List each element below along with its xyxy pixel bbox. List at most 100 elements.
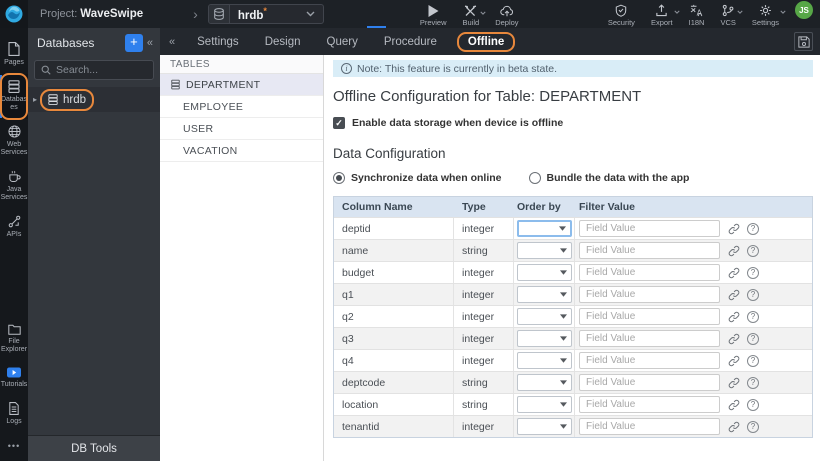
- table-item-vacation[interactable]: VACATION: [160, 140, 323, 162]
- help-icon[interactable]: ?: [747, 376, 759, 389]
- order-by-select[interactable]: [517, 396, 572, 413]
- sidebar-item-web-services[interactable]: Web Services: [0, 119, 28, 164]
- help-icon[interactable]: ?: [747, 222, 759, 235]
- more-options-button[interactable]: •••: [0, 433, 28, 461]
- order-by-select[interactable]: [517, 352, 572, 369]
- column-type-cell: integer: [454, 416, 514, 437]
- tab-design[interactable]: Design: [252, 36, 314, 48]
- order-by-select[interactable]: [517, 264, 572, 281]
- sidebar-item-logs[interactable]: Logs: [0, 396, 28, 433]
- database-selector[interactable]: hrdb*: [207, 4, 324, 24]
- order-by-select[interactable]: [517, 220, 572, 237]
- link-icon[interactable]: [728, 289, 740, 301]
- databases-panel-header: Databases + «: [28, 28, 160, 58]
- filter-value-input[interactable]: [579, 264, 720, 281]
- order-by-select[interactable]: [517, 330, 572, 347]
- chevron-right-icon: ›: [193, 6, 198, 22]
- sidebar-item-java-services[interactable]: Java Services: [0, 164, 28, 209]
- filter-value-input[interactable]: [579, 308, 720, 325]
- link-icon[interactable]: [728, 223, 740, 235]
- column-name-cell: deptid: [334, 218, 454, 239]
- filter-value-input[interactable]: [579, 374, 720, 391]
- tables-panel: TABLES DEPARTMENT EMPLOYEE USER VACATION: [160, 55, 324, 461]
- database-search[interactable]: [34, 60, 154, 80]
- filter-value-input[interactable]: [579, 396, 720, 413]
- help-icon[interactable]: ?: [747, 332, 759, 345]
- radio-selected-icon[interactable]: [333, 172, 345, 184]
- save-button[interactable]: [794, 32, 813, 51]
- column-name-cell: q4: [334, 350, 454, 371]
- settings-button[interactable]: Settings: [752, 1, 786, 27]
- database-tree-item-hrdb[interactable]: ▸ hrdb: [28, 87, 160, 112]
- user-avatar[interactable]: JS: [795, 1, 813, 20]
- radio-synchronize-online[interactable]: Synchronize data when online: [333, 172, 502, 184]
- security-button[interactable]: Security: [608, 1, 635, 27]
- order-by-cell: [514, 262, 575, 283]
- collapse-panel-button[interactable]: «: [143, 37, 157, 49]
- filter-value-input[interactable]: [579, 418, 720, 435]
- deploy-button[interactable]: Deploy: [495, 2, 519, 27]
- tab-settings[interactable]: Settings: [184, 36, 252, 48]
- sidebar-item-tutorials[interactable]: Tutorials: [0, 361, 28, 396]
- tab-query[interactable]: Query: [314, 36, 371, 48]
- radio-unselected-icon[interactable]: [528, 172, 541, 184]
- sidebar-item-file-explorer[interactable]: File Explorer: [0, 318, 28, 361]
- sidebar-item-databases[interactable]: Databases: [0, 73, 28, 121]
- db-tools-button[interactable]: DB Tools: [28, 435, 160, 461]
- table-item-employee[interactable]: EMPLOYEE: [160, 96, 323, 118]
- order-by-select[interactable]: [517, 418, 572, 435]
- build-button[interactable]: Build: [463, 2, 486, 27]
- order-by-select[interactable]: [517, 242, 572, 259]
- vcs-button[interactable]: VCS: [720, 1, 743, 27]
- enable-offline-checkbox-row[interactable]: ✓ Enable data storage when device is off…: [333, 117, 813, 129]
- search-input[interactable]: [56, 64, 147, 76]
- tab-offline[interactable]: Offline: [456, 31, 516, 52]
- filter-value-input[interactable]: [579, 242, 720, 259]
- order-by-select[interactable]: [517, 374, 572, 391]
- beta-note-banner: i Note: This feature is currently in bet…: [333, 60, 813, 77]
- table-item-department[interactable]: DEPARTMENT: [160, 74, 323, 96]
- radio-bundle-with-app[interactable]: Bundle the data with the app: [528, 172, 689, 184]
- help-icon[interactable]: ?: [747, 354, 759, 367]
- grid-header-type: Type: [462, 201, 486, 213]
- link-icon[interactable]: [728, 399, 740, 411]
- link-icon[interactable]: [728, 333, 740, 345]
- chevron-down-icon: [780, 10, 786, 15]
- help-icon[interactable]: ?: [747, 266, 759, 279]
- filter-value-input[interactable]: [579, 352, 720, 369]
- filter-value-input[interactable]: [579, 286, 720, 303]
- filter-value-input[interactable]: [579, 220, 720, 237]
- add-database-button[interactable]: +: [124, 34, 143, 52]
- export-button[interactable]: Export: [651, 1, 680, 27]
- help-icon[interactable]: ?: [747, 244, 759, 257]
- tab-procedure[interactable]: Procedure: [371, 36, 450, 48]
- filter-value-input[interactable]: [579, 330, 720, 347]
- link-icon[interactable]: [728, 421, 740, 433]
- link-icon[interactable]: [728, 311, 740, 323]
- link-icon[interactable]: [728, 377, 740, 389]
- help-icon[interactable]: ?: [747, 288, 759, 301]
- app-logo[interactable]: [0, 0, 28, 28]
- link-icon[interactable]: [728, 245, 740, 257]
- link-icon[interactable]: [728, 355, 740, 367]
- table-item-user[interactable]: USER: [160, 118, 323, 140]
- sidebar-item-pages[interactable]: Pages: [0, 36, 28, 74]
- order-by-select[interactable]: [517, 286, 572, 303]
- grid-row: budget integer ?: [334, 261, 812, 283]
- help-icon[interactable]: ?: [747, 398, 759, 411]
- order-by-cell: [514, 218, 575, 239]
- active-action-indicator: [367, 26, 386, 28]
- preview-button[interactable]: Preview: [420, 2, 447, 27]
- page-title: Offline Configuration for Table: DEPARTM…: [333, 88, 642, 105]
- order-by-select[interactable]: [517, 308, 572, 325]
- link-icon[interactable]: [728, 267, 740, 279]
- grid-row: deptid integer ?: [334, 217, 812, 239]
- checkbox-checked-icon[interactable]: ✓: [333, 117, 345, 129]
- collapse-tables-button[interactable]: «: [160, 36, 184, 48]
- sidebar-item-apis[interactable]: APIs: [0, 209, 28, 246]
- help-icon[interactable]: ?: [747, 420, 759, 433]
- column-name-cell: location: [334, 394, 454, 415]
- expander-icon[interactable]: ▸: [33, 95, 44, 104]
- help-icon[interactable]: ?: [747, 310, 759, 323]
- i18n-button[interactable]: A I18N: [689, 1, 704, 27]
